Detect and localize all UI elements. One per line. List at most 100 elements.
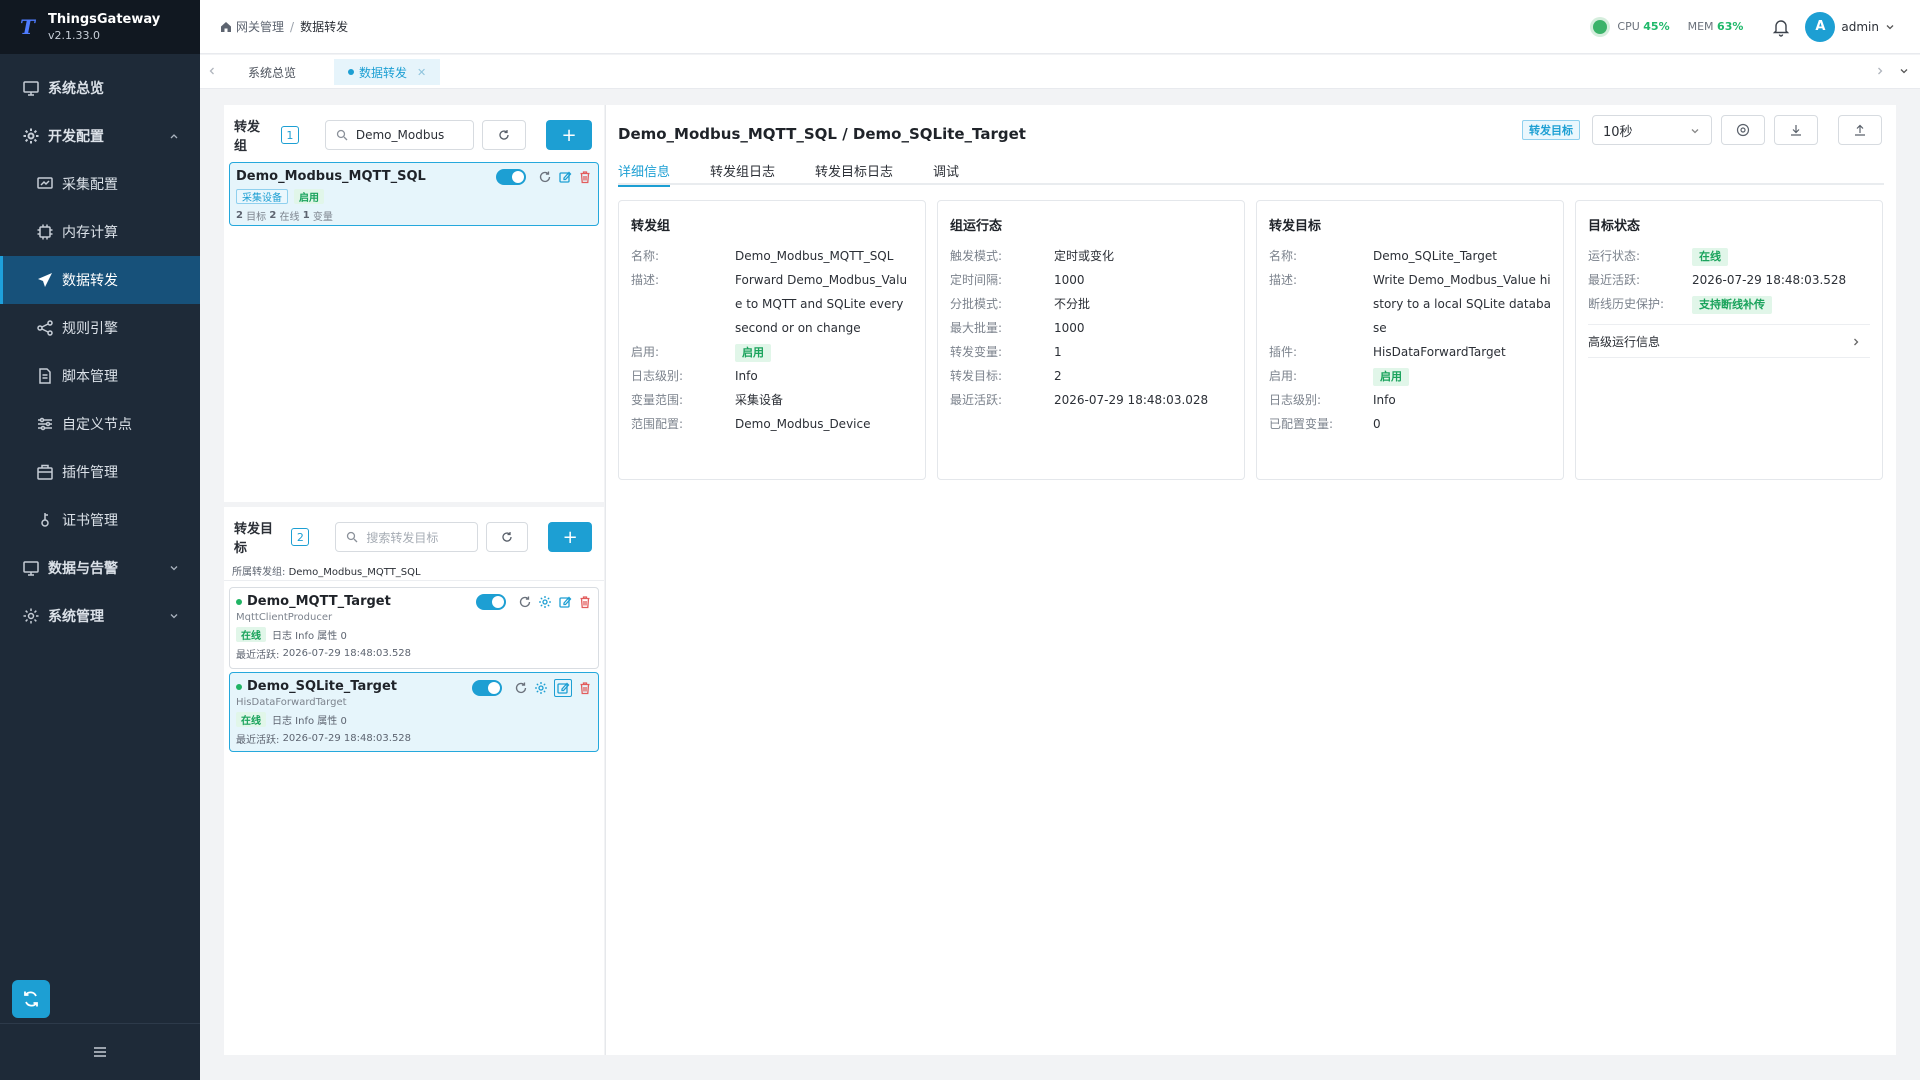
enabled-badge: 启用 — [1373, 368, 1409, 386]
collapse-menu-button[interactable] — [0, 1023, 200, 1080]
tab-detail-info[interactable]: 详细信息 — [618, 155, 671, 187]
edit-icon[interactable] — [554, 679, 572, 697]
status-badge: 在线 — [1692, 248, 1728, 266]
tabs-scroll-left-icon[interactable] — [206, 65, 218, 77]
field-value: Info — [735, 369, 758, 383]
sidebar-item-custom-node[interactable]: 自定义节点 — [0, 400, 200, 448]
send-icon — [38, 273, 52, 287]
sidebar-item-data-forward[interactable]: 数据转发 — [0, 256, 200, 304]
tab-group-log[interactable]: 转发组日志 — [710, 155, 775, 185]
target-card[interactable]: Demo_SQLite_Target HisDataForwardTarget … — [229, 672, 599, 752]
user-name[interactable]: admin — [1841, 20, 1879, 34]
group-enable-toggle[interactable] — [496, 169, 526, 185]
target-plugin: HisDataForwardTarget — [236, 697, 347, 708]
download-button[interactable] — [1774, 115, 1818, 145]
target-card[interactable]: Demo_MQTT_Target MqttClientProducer 在线 日… — [229, 587, 599, 669]
target-search-input[interactable]: 搜索转发目标 — [335, 522, 479, 552]
upload-button[interactable] — [1838, 115, 1882, 145]
gear-icon — [23, 128, 39, 144]
tab-debug[interactable]: 调试 — [933, 155, 959, 185]
close-icon[interactable]: ✕ — [417, 66, 426, 79]
sidebar-item-script-manage[interactable]: 脚本管理 — [0, 352, 200, 400]
sidebar-item-plugin-manage[interactable]: 插件管理 — [0, 448, 200, 496]
field-label: 转发目标: — [950, 369, 1003, 383]
advanced-runtime-info-link[interactable]: 高级运行信息 — [1588, 324, 1870, 358]
field-label: 名称: — [1269, 249, 1298, 263]
group-refresh-button[interactable] — [482, 120, 527, 150]
refresh-icon[interactable] — [518, 595, 532, 609]
group-search-input[interactable]: Demo_Modbus — [324, 120, 475, 150]
target-panel-title: 转发目标 — [234, 522, 274, 556]
upload-icon — [1855, 124, 1865, 136]
sidebar-item-dev-config[interactable]: 开发配置 — [0, 112, 200, 160]
breadcrumb-current: 数据转发 — [300, 20, 349, 34]
edit-icon[interactable] — [558, 170, 572, 184]
tabs-scroll-right-icon[interactable] — [1874, 65, 1886, 77]
target-enable-toggle[interactable] — [476, 594, 506, 610]
tab-label: 系统总览 — [248, 65, 297, 80]
settings-icon[interactable] — [538, 595, 552, 609]
sidebar-item-cert-manage[interactable]: 证书管理 — [0, 496, 200, 544]
add-target-button[interactable]: + — [548, 522, 592, 552]
app-title: ThingsGateway — [48, 12, 161, 27]
cpu-stat: CPU 45% — [1617, 20, 1670, 33]
sidebar-item-rule-engine[interactable]: 规则引擎 — [0, 304, 200, 352]
field-label: 描述: — [1269, 273, 1298, 287]
sidebar-item-system-manage[interactable]: 系统管理 — [0, 592, 200, 640]
group-panel-title: 转发组 — [234, 120, 261, 154]
cert-icon — [41, 513, 49, 527]
chevron-up-icon — [170, 134, 178, 139]
view-button[interactable] — [1721, 115, 1765, 145]
bell-icon[interactable] — [1771, 17, 1791, 37]
refresh-icon[interactable] — [538, 170, 552, 184]
field-value: Demo_SQLite_Target — [1373, 249, 1497, 263]
breadcrumb-item[interactable]: 网关管理 — [236, 18, 284, 35]
field-value: 2 — [1054, 369, 1062, 383]
avatar[interactable]: A — [1805, 11, 1836, 42]
tab-overview[interactable]: 系统总览 — [234, 59, 310, 85]
delete-icon[interactable] — [578, 681, 592, 695]
field-label: 最近活跃: — [1588, 273, 1641, 287]
settings-icon[interactable] — [534, 681, 548, 695]
target-type-badge: 转发目标 — [1522, 120, 1580, 140]
field-label: 日志级别: — [631, 369, 684, 383]
page-tabs: 系统总览 数据转发 ✕ — [200, 55, 1920, 89]
field-label: 变量范围: — [631, 393, 684, 407]
add-group-button[interactable]: + — [546, 120, 592, 150]
app-logo[interactable]: T ThingsGateway v2.1.33.0 — [0, 0, 200, 54]
detail-panel: Demo_Modbus_MQTT_SQL / Demo_SQLite_Targe… — [605, 105, 1896, 1055]
target-name: Demo_MQTT_Target — [247, 594, 391, 609]
mem-stat: MEM 63% — [1687, 20, 1744, 33]
sidebar-item-collect-config[interactable]: 采集配置 — [0, 160, 200, 208]
group-info-card: 转发组 名称: Demo_Modbus_MQTT_SQL 描述: Forward D… — [618, 200, 926, 480]
gear-icon — [23, 608, 39, 624]
tab-data-forward[interactable]: 数据转发 ✕ — [334, 59, 441, 85]
delete-icon[interactable] — [578, 170, 592, 184]
sidebar-item-memory-compute[interactable]: 内存计算 — [0, 208, 200, 256]
tab-target-log[interactable]: 转发目标日志 — [815, 155, 893, 185]
sidebar-item-label: 证书管理 — [62, 513, 118, 529]
refresh-icon — [502, 532, 513, 542]
monitor-icon — [23, 81, 39, 96]
refresh-button[interactable] — [12, 980, 50, 1018]
field-label: 最大批量: — [950, 321, 1003, 335]
target-name: Demo_SQLite_Target — [247, 679, 397, 694]
field-value: 定时或变化 — [1054, 249, 1115, 263]
sidebar-item-data-alarm[interactable]: 数据与告警 — [0, 544, 200, 592]
group-card[interactable]: Demo_Modbus_MQTT_SQL 采集设备 启用 2 目标 2 在线 1… — [229, 162, 599, 226]
field-label: 断线历史保护: — [1588, 297, 1665, 311]
delete-icon[interactable] — [578, 595, 592, 609]
target-enable-toggle[interactable] — [472, 680, 502, 696]
refresh-interval-select[interactable]: 10秒 — [1592, 115, 1712, 145]
edit-icon[interactable] — [558, 595, 572, 609]
refresh-icon[interactable] — [514, 681, 528, 695]
logo-icon: T — [20, 15, 35, 39]
tabs-menu-chevron-icon[interactable] — [1898, 65, 1910, 77]
sidebar-item-overview[interactable]: 系统总览 — [0, 64, 200, 112]
breadcrumb: 网关管理 / 数据转发 — [220, 18, 348, 35]
target-refresh-button[interactable] — [486, 522, 529, 552]
plugin-icon — [37, 464, 53, 480]
chevron-down-icon[interactable] — [1884, 21, 1896, 33]
search-icon — [336, 129, 348, 141]
group-source-tag: 采集设备 — [236, 189, 288, 204]
